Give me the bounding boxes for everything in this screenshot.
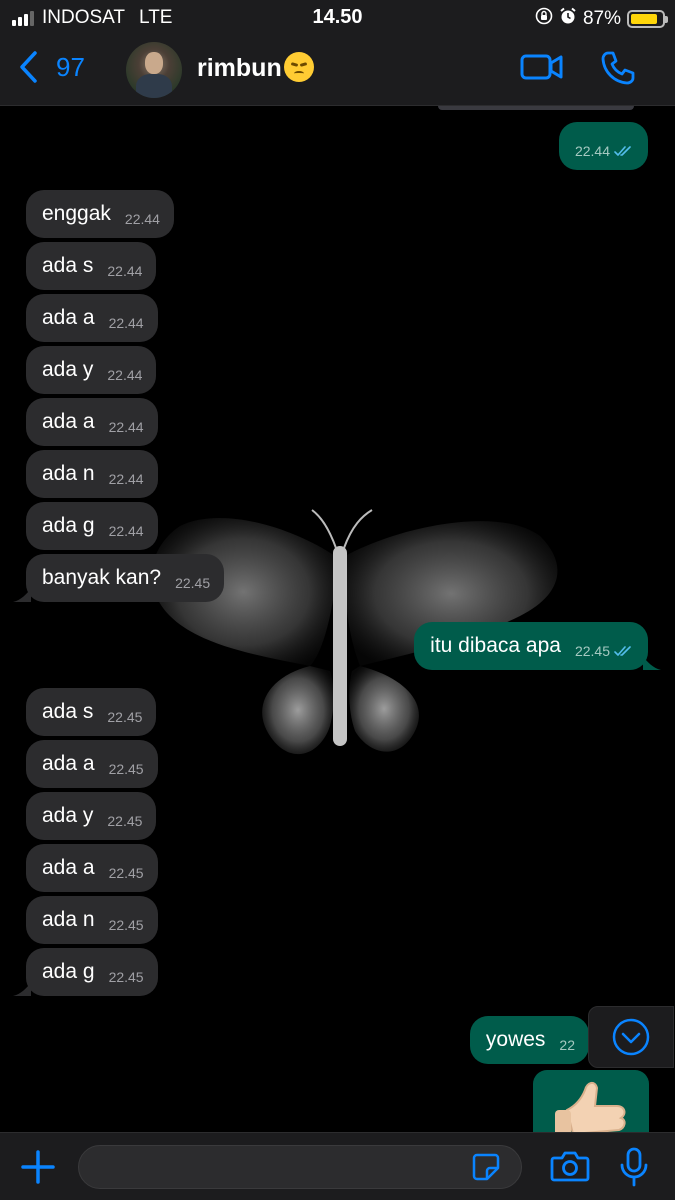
incoming-message[interactable]: ada y 22.44 bbox=[26, 346, 157, 394]
message-text: ada g bbox=[42, 960, 95, 983]
microphone-icon bbox=[620, 1147, 648, 1187]
incoming-message[interactable]: ada n 22.44 bbox=[26, 450, 158, 498]
incoming-message[interactable]: ada s 22.44 bbox=[26, 242, 157, 290]
camera-icon bbox=[550, 1151, 590, 1182]
message-text: itu dibaca apa bbox=[430, 634, 561, 657]
input-bar bbox=[0, 1132, 675, 1200]
avatar[interactable] bbox=[126, 42, 182, 98]
camera-button[interactable] bbox=[550, 1149, 590, 1188]
bubble-tail bbox=[13, 982, 31, 996]
message-text: banyak kan? bbox=[42, 566, 162, 589]
message-time: 22.45 bbox=[108, 865, 144, 881]
sticker-icon bbox=[472, 1153, 500, 1181]
message-time: 22.44 bbox=[124, 211, 160, 227]
message-time: 22.45 bbox=[574, 643, 610, 659]
voice-message-button[interactable] bbox=[619, 1147, 649, 1192]
message-text: ada a bbox=[42, 856, 95, 879]
incoming-message[interactable]: ada a 22.45 bbox=[26, 844, 158, 892]
read-receipt-icon bbox=[614, 146, 631, 156]
message-list[interactable]: 22.44 enggak 22.44 ada s 22.44 ada a 22.44 ada … bbox=[0, 106, 675, 1132]
incoming-message[interactable]: enggak 22.44 bbox=[26, 190, 174, 238]
outgoing-message[interactable]: 22.44 bbox=[558, 122, 648, 170]
message-text: ada n bbox=[42, 908, 95, 931]
video-camera-icon bbox=[520, 54, 563, 80]
message-text: ada a bbox=[42, 306, 95, 329]
message-time: 22.45 bbox=[108, 761, 144, 777]
read-receipt-icon bbox=[614, 646, 631, 656]
disappointed-face-icon bbox=[283, 52, 314, 83]
status-bar: INDOSAT LTE 14.50 87% bbox=[0, 0, 675, 36]
message-text: ada g bbox=[42, 514, 95, 537]
message-text: ada a bbox=[42, 410, 95, 433]
voice-call-button[interactable] bbox=[600, 50, 636, 91]
battery-percent: 87% bbox=[582, 8, 621, 29]
media-preview-edge[interactable] bbox=[438, 106, 634, 110]
message-text: ada s bbox=[42, 700, 94, 723]
message-text: yowes bbox=[485, 1028, 546, 1051]
unread-count: 97 bbox=[56, 51, 85, 82]
chat-header: 97 rimbun bbox=[0, 36, 675, 106]
scroll-to-bottom-button[interactable] bbox=[588, 1006, 674, 1068]
message-text: ada n bbox=[42, 462, 95, 485]
message-time: 22.44 bbox=[108, 471, 144, 487]
bubble-tail bbox=[643, 656, 661, 670]
chevron-down-circle-icon bbox=[612, 1018, 650, 1056]
alarm-icon bbox=[559, 7, 577, 31]
sticker-message[interactable] bbox=[533, 1070, 649, 1132]
status-right: 87% bbox=[535, 7, 668, 31]
incoming-message[interactable]: ada g 22.45 bbox=[26, 948, 158, 996]
message-text: ada a bbox=[42, 752, 95, 775]
message-input[interactable] bbox=[78, 1145, 522, 1189]
chevron-left-icon bbox=[20, 51, 37, 83]
message-time: 22.44 bbox=[108, 419, 144, 435]
sticker-button[interactable] bbox=[471, 1152, 501, 1187]
incoming-message[interactable]: ada s 22.45 bbox=[26, 688, 157, 736]
incoming-message[interactable]: ada y 22.45 bbox=[26, 792, 157, 840]
message-time: 22.44 bbox=[107, 367, 143, 383]
message-time: 22.45 bbox=[108, 969, 144, 985]
outgoing-message[interactable]: yowes 22 bbox=[469, 1016, 589, 1064]
incoming-message[interactable]: ada g 22.44 bbox=[26, 502, 158, 550]
message-time: 22.44 bbox=[108, 523, 144, 539]
message-time: 22.44 bbox=[107, 263, 143, 279]
video-call-button[interactable] bbox=[520, 50, 564, 89]
message-time: 22 bbox=[559, 1037, 575, 1053]
thumbs-up-icon bbox=[555, 1082, 626, 1132]
message-text: ada y bbox=[42, 358, 94, 381]
incoming-message[interactable]: ada n 22.45 bbox=[26, 896, 158, 944]
message-text: ada s bbox=[42, 254, 94, 277]
incoming-message[interactable]: ada a 22.44 bbox=[26, 398, 158, 446]
back-button[interactable]: 97 bbox=[18, 50, 85, 84]
message-time: 22.44 bbox=[574, 143, 610, 159]
message-time: 22.45 bbox=[175, 575, 211, 591]
message-time: 22.44 bbox=[108, 315, 144, 331]
plus-icon bbox=[21, 1150, 55, 1184]
contact-info[interactable]: rimbun bbox=[197, 52, 314, 84]
phone-icon bbox=[601, 51, 635, 85]
message-time: 22.45 bbox=[108, 917, 144, 933]
incoming-message[interactable]: ada a 22.44 bbox=[26, 294, 158, 342]
contact-name: rimbun bbox=[197, 54, 282, 82]
message-time: 22.45 bbox=[107, 813, 143, 829]
rotation-lock-icon bbox=[535, 7, 553, 31]
message-time: 22.45 bbox=[107, 709, 143, 725]
message-text: enggak bbox=[42, 202, 111, 225]
message-text: ada y bbox=[42, 804, 94, 827]
outgoing-message[interactable]: itu dibaca apa 22.45 bbox=[414, 622, 648, 670]
incoming-message[interactable]: ada a 22.45 bbox=[26, 740, 158, 788]
incoming-message[interactable]: banyak kan? 22.45 bbox=[26, 554, 225, 602]
battery-icon bbox=[627, 10, 668, 28]
bubble-tail bbox=[13, 588, 31, 602]
attach-button[interactable] bbox=[20, 1149, 56, 1190]
